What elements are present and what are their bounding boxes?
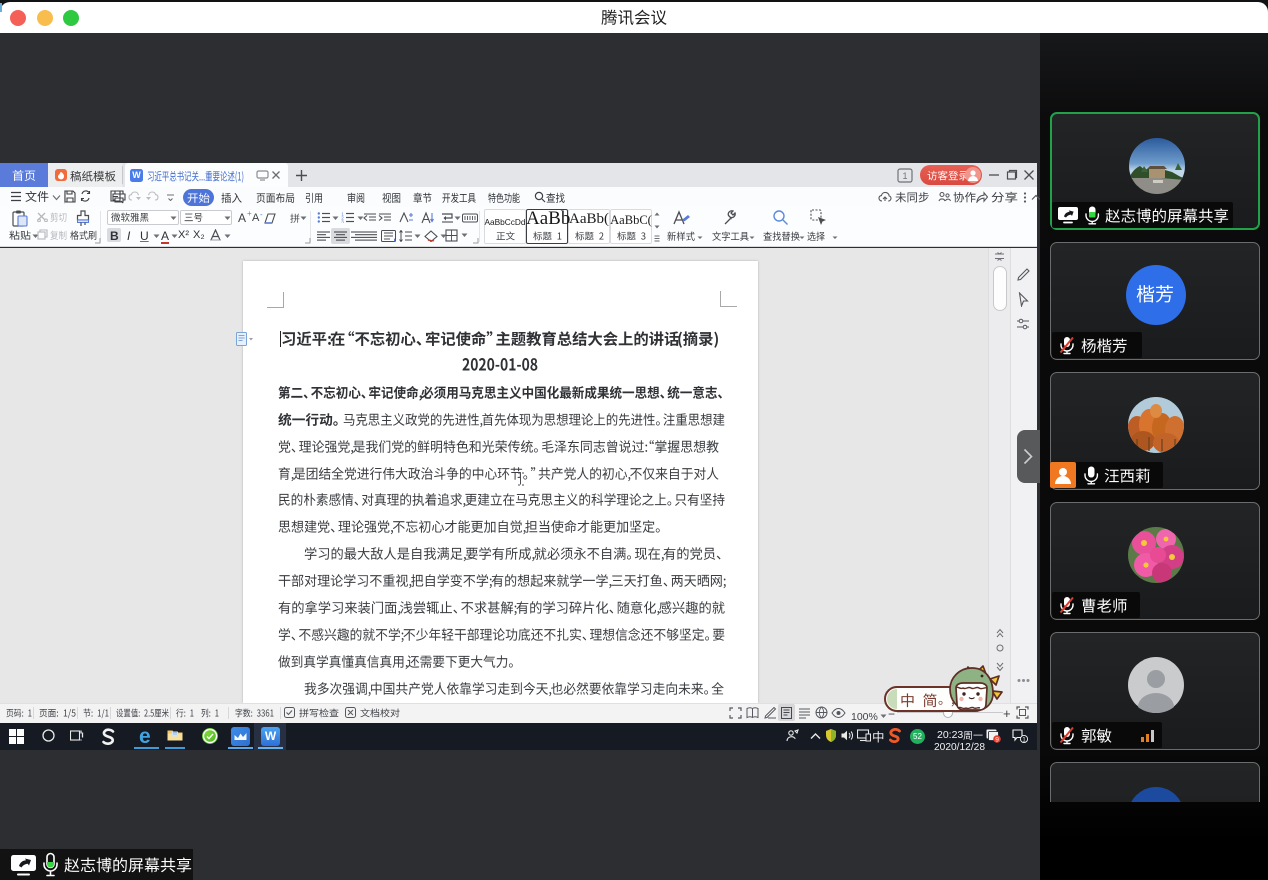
- svg-text:1: 1: [902, 171, 907, 181]
- svg-text:3: 3: [341, 219, 344, 223]
- svg-text:9: 9: [995, 737, 999, 743]
